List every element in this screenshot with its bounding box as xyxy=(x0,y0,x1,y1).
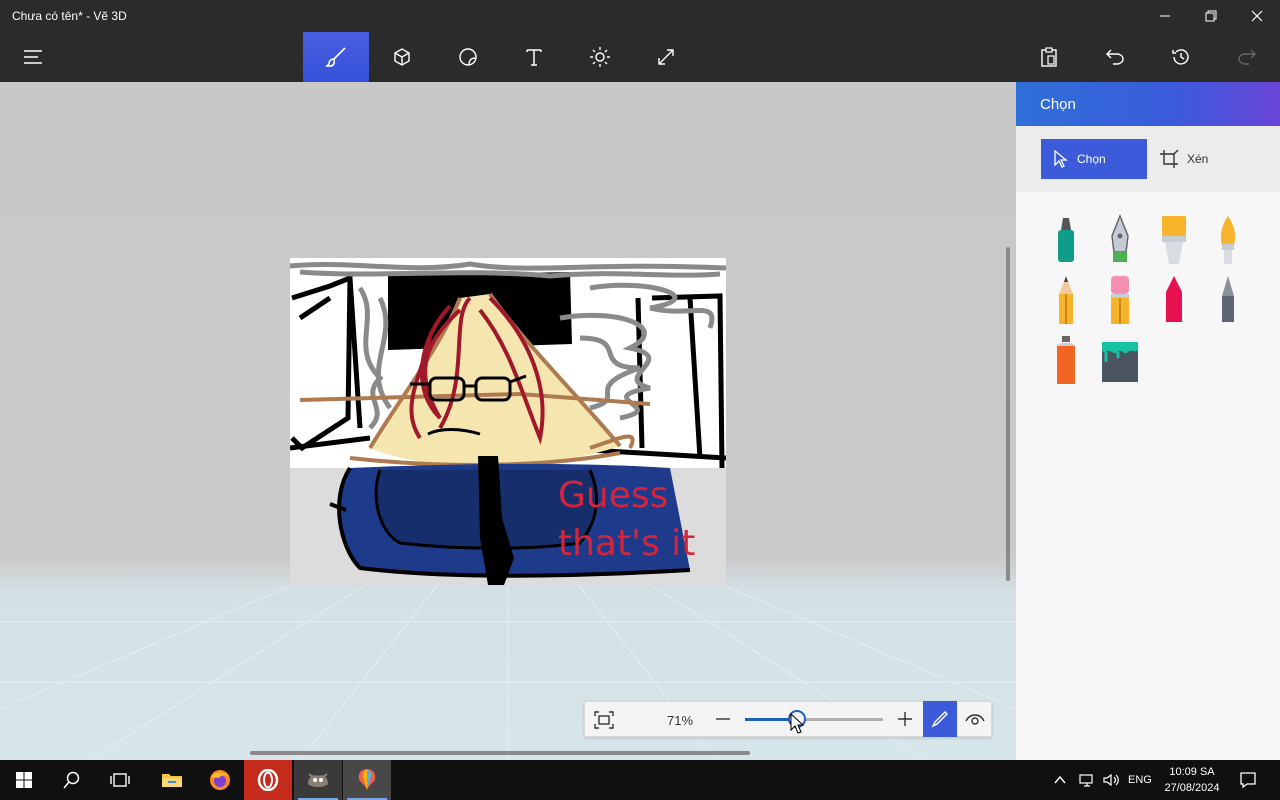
redo-icon xyxy=(1238,49,1256,65)
undo-icon xyxy=(1106,49,1124,65)
eraser-icon[interactable] xyxy=(1100,274,1140,326)
marker-brush-icon[interactable] xyxy=(1046,214,1086,266)
text-icon xyxy=(526,49,542,66)
gimp-button[interactable] xyxy=(294,760,342,800)
hamburger-menu-icon xyxy=(24,50,42,64)
task-view-icon xyxy=(110,773,130,787)
restore-icon xyxy=(1205,10,1217,22)
panel-title: Chọn xyxy=(1016,82,1280,126)
watercolor-brush-icon[interactable] xyxy=(1208,214,1248,266)
task-view-button[interactable] xyxy=(96,760,144,800)
tab-stickers[interactable] xyxy=(435,32,501,82)
volume-icon[interactable] xyxy=(1102,772,1120,788)
tab-3d-shapes[interactable] xyxy=(369,32,435,82)
view-mode-button[interactable] xyxy=(959,702,991,736)
crop-label: Xén xyxy=(1187,152,1209,166)
search-button[interactable] xyxy=(48,760,96,800)
brush-icon xyxy=(325,47,346,67)
brush-palette xyxy=(1016,192,1280,760)
side-panel: Chọn Chọn Xén xyxy=(1016,82,1280,760)
zoom-bar: 71% xyxy=(584,701,992,737)
restore-button[interactable] xyxy=(1188,0,1234,32)
cube-icon xyxy=(394,48,410,66)
clock-time: 10:09 SA xyxy=(1169,766,1215,778)
mouse-cursor-icon xyxy=(790,713,804,734)
clipboard-icon xyxy=(1041,47,1057,67)
tab-effects[interactable] xyxy=(567,32,633,82)
pencil-icon[interactable] xyxy=(1046,274,1086,326)
start-button[interactable] xyxy=(0,760,48,800)
title-bar: Chưa có tên* - Vẽ 3D xyxy=(0,0,1280,32)
selection-tools: Chọn Xén xyxy=(1016,126,1280,192)
menu-button[interactable] xyxy=(0,32,66,82)
history-button[interactable] xyxy=(1148,32,1214,82)
paste-button[interactable] xyxy=(1016,32,1082,82)
resize-canvas-icon xyxy=(658,49,674,65)
zoom-out-button[interactable] xyxy=(713,709,733,729)
history-icon xyxy=(1172,49,1189,65)
windows-logo-icon xyxy=(16,772,32,788)
canvas-text-object[interactable]: Guess that's it xyxy=(558,472,695,568)
select-label: Chọn xyxy=(1077,152,1106,166)
clock[interactable]: 10:09 SA 27/08/2024 xyxy=(1158,764,1226,796)
firefox-button[interactable] xyxy=(196,760,244,800)
crayon-icon[interactable] xyxy=(1154,274,1194,326)
cursor-select-icon xyxy=(1054,150,1068,168)
fill-bucket-icon[interactable] xyxy=(1100,334,1140,386)
opera-button[interactable] xyxy=(244,760,292,800)
main-toolbar xyxy=(0,32,1280,82)
network-icon[interactable] xyxy=(1078,772,1096,788)
zoom-slider[interactable] xyxy=(745,710,883,728)
notifications-button[interactable] xyxy=(1226,760,1270,800)
horizontal-scrollbar[interactable] xyxy=(250,751,750,755)
pen-icon xyxy=(931,711,948,728)
system-tray: ENG xyxy=(1052,760,1152,800)
sun-icon xyxy=(590,47,610,67)
gimp-icon xyxy=(308,773,328,787)
canvas-workspace[interactable]: Guess that's it 71% xyxy=(0,82,1016,760)
close-button[interactable] xyxy=(1234,0,1280,32)
zoom-in-button[interactable] xyxy=(895,709,915,729)
close-icon xyxy=(1251,10,1263,22)
opera-icon xyxy=(257,769,279,791)
search-icon xyxy=(63,771,80,789)
window-title: Chưa có tên* - Vẽ 3D xyxy=(12,9,127,23)
canvas-text-line-1: Guess xyxy=(558,475,669,516)
drawing-canvas[interactable]: Guess that's it xyxy=(290,258,726,585)
tab-text[interactable] xyxy=(501,32,567,82)
oil-brush-icon[interactable] xyxy=(1154,214,1194,266)
tab-canvas[interactable] xyxy=(633,32,699,82)
pen-mode-button[interactable] xyxy=(923,701,957,737)
firefox-icon xyxy=(210,770,230,790)
tab-brushes[interactable] xyxy=(303,32,369,82)
fit-screen-icon xyxy=(594,711,614,729)
minimize-icon xyxy=(1160,15,1170,17)
pixel-pen-icon[interactable] xyxy=(1208,274,1248,326)
chevron-up-icon[interactable] xyxy=(1052,772,1068,788)
language-indicator[interactable]: ENG xyxy=(1128,774,1152,786)
zoom-percent: 71% xyxy=(667,713,694,728)
minimize-button[interactable] xyxy=(1142,0,1188,32)
select-button[interactable]: Chọn xyxy=(1041,139,1147,179)
folder-icon xyxy=(162,774,182,787)
plus-icon xyxy=(898,712,912,726)
notification-icon xyxy=(1240,772,1256,789)
undo-button[interactable] xyxy=(1082,32,1148,82)
fit-to-screen-button[interactable] xyxy=(593,710,615,730)
crop-icon xyxy=(1160,149,1179,168)
sticker-icon xyxy=(459,48,477,66)
clock-date: 27/08/2024 xyxy=(1164,782,1220,794)
redo-button[interactable] xyxy=(1214,32,1280,82)
vertical-scrollbar[interactable] xyxy=(1006,247,1010,581)
paint-3d-icon xyxy=(358,769,376,790)
spray-can-icon[interactable] xyxy=(1046,334,1086,386)
eye-icon xyxy=(965,714,985,725)
paint-3d-button[interactable] xyxy=(343,760,391,800)
taskbar: ENG 10:09 SA 27/08/2024 xyxy=(0,760,1280,800)
crop-button[interactable]: Xén xyxy=(1157,139,1237,179)
canvas-text-line-2: that's it xyxy=(558,523,696,564)
minus-icon xyxy=(716,718,730,720)
calligraphy-pen-icon[interactable] xyxy=(1100,214,1140,266)
file-explorer-button[interactable] xyxy=(148,760,196,800)
